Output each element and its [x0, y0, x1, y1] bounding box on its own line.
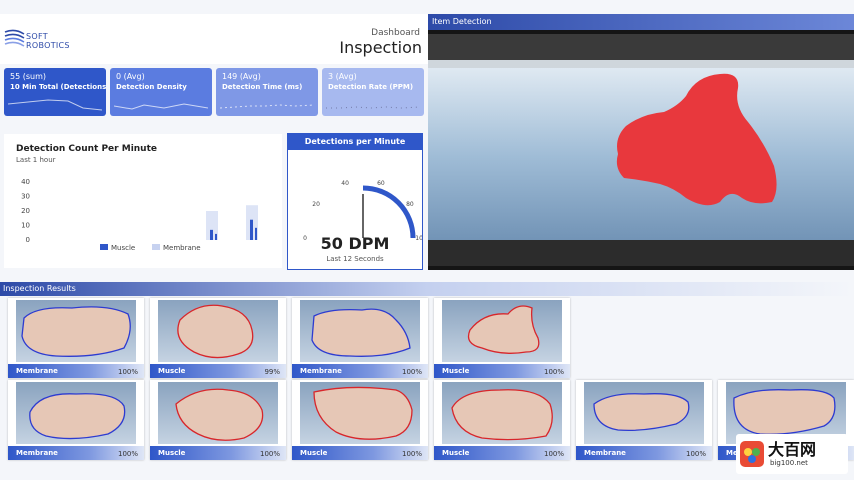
y-tick-label: 10: [21, 222, 30, 230]
result-tile[interactable]: Muscle 100%: [292, 380, 428, 460]
chart-plot: 40 30 20 10 0 Muscle Membrane: [21, 178, 258, 252]
result-confidence: 100%: [401, 368, 422, 376]
bar-muscle[interactable]: [215, 233, 217, 240]
logo-text: SOFT ROBOTICS: [26, 32, 70, 50]
result-confidence: 100%: [117, 368, 138, 376]
gauge-tick-label: 60: [377, 180, 385, 187]
legend-swatch: [152, 244, 160, 250]
kpi-card-rate[interactable]: 3 (Avg) Detection Rate (PPM): [322, 68, 424, 116]
bar-muscle[interactable]: [210, 229, 213, 240]
result-tile[interactable]: Muscle 100%: [434, 298, 570, 378]
watermark-logo-icon: [740, 441, 764, 467]
kpi-sparkline: [8, 99, 102, 111]
detection-title: Item Detection: [428, 14, 854, 30]
gauge-tick-label: 80: [406, 201, 414, 208]
kpi-label: Detection Time (ms): [222, 83, 303, 91]
detection-count-chart: Detection Count Per Minute Last 1 hour 4…: [4, 134, 282, 268]
logo-line2: ROBOTICS: [26, 41, 70, 50]
kpi-value: 0 (Avg): [116, 72, 145, 81]
result-outline: [175, 388, 264, 441]
kpi-card-density[interactable]: 0 (Avg) Detection Density: [110, 68, 212, 116]
gauge-subtitle: Last 12 Seconds: [326, 255, 384, 263]
gauge-value: 50 DPM: [320, 234, 390, 253]
result-tile[interactable]: Muscle 99%: [150, 298, 286, 378]
result-outline: [311, 308, 411, 357]
kpi-sparkline: [114, 103, 208, 110]
result-confidence: 100%: [117, 450, 138, 458]
result-outline: [177, 304, 254, 359]
bar-muscle[interactable]: [250, 219, 253, 240]
result-confidence: 100%: [543, 450, 564, 458]
result-confidence: 99%: [264, 368, 280, 376]
kpi-label: Detection Density: [116, 83, 187, 91]
legend-swatch: [100, 244, 108, 250]
kpi-card-total[interactable]: 55 (sum) 10 Min Total (Detections): [4, 68, 106, 116]
dashboard: SOFT ROBOTICS Dashboard Inspection 55 (s…: [0, 0, 854, 480]
result-thumbnail: [16, 300, 136, 362]
kpi-value: 55 (sum): [10, 72, 46, 81]
gauge-tick-label: 40: [341, 180, 349, 187]
legend-label: Membrane: [163, 244, 201, 252]
result-outline: [29, 393, 126, 440]
header: SOFT ROBOTICS Dashboard Inspection: [0, 14, 428, 64]
result-thumbnail: [16, 382, 136, 444]
result-thumbnail: [300, 300, 420, 362]
result-thumbnail: [300, 382, 420, 444]
y-tick-label: 30: [21, 193, 30, 201]
result-confidence: 100%: [685, 450, 706, 458]
logo: SOFT ROBOTICS: [4, 26, 84, 56]
result-outline: [733, 389, 836, 435]
results-title: Inspection Results: [0, 282, 854, 296]
result-thumbnail: [442, 382, 562, 444]
watermark-url: big100.net: [770, 459, 808, 467]
legend-label: Muscle: [111, 244, 135, 252]
item-detection-panel: Item Detection: [428, 14, 854, 270]
result-outline: [313, 386, 413, 440]
gauge-title: Detections per Minute: [288, 134, 422, 150]
result-outline: [467, 305, 540, 354]
result-outline: [451, 389, 553, 441]
result-tile[interactable]: Membrane100%: [8, 380, 144, 460]
kpi-sparkline: [326, 106, 420, 109]
camera-feed: [428, 30, 854, 270]
result-tile[interactable]: Muscle 100%: [150, 380, 286, 460]
result-outline: [21, 306, 131, 357]
result-thumbnail: [158, 300, 278, 362]
kpi-label: Detection Rate (PPM): [328, 83, 414, 91]
y-tick-label: 40: [21, 178, 30, 186]
kpi-card-time[interactable]: 149 (Avg) Detection Time (ms): [216, 68, 318, 116]
bar-muscle[interactable]: [255, 227, 257, 240]
kpi-label: 10 Min Total (Detections): [10, 83, 106, 91]
result-thumbnail: [584, 382, 704, 444]
result-tile[interactable]: Muscle 100%: [434, 380, 570, 460]
result-thumbnail: [442, 300, 562, 362]
kpi-value: 3 (Avg): [328, 72, 357, 81]
result-tile[interactable]: Membrane100%: [292, 298, 428, 378]
result-tile[interactable]: Membrane100%: [576, 380, 712, 460]
gauge-arc: [362, 185, 416, 239]
gauge-tick-label: 20: [312, 201, 320, 208]
result-outline: [593, 393, 690, 432]
y-tick-label: 0: [26, 236, 30, 244]
result-confidence: 100%: [401, 450, 422, 458]
watermark: 大百网 big100.net: [736, 434, 848, 474]
kpi-value: 149 (Avg): [222, 72, 261, 81]
result-tile[interactable]: Membrane100%: [8, 298, 144, 378]
result-confidence: 100%: [543, 368, 564, 376]
page-title: Inspection: [339, 38, 422, 57]
logo-line1: SOFT: [26, 32, 48, 41]
logo-icon: [4, 29, 25, 47]
gauge-card: Detections per Minute 020406080100 50 DP…: [287, 133, 423, 270]
result-thumbnail: [158, 382, 278, 444]
y-tick-label: 20: [21, 207, 30, 215]
kpi-sparkline: [220, 104, 314, 109]
breadcrumb[interactable]: Dashboard: [371, 28, 420, 38]
result-confidence: 100%: [259, 450, 280, 458]
watermark-brand: 大百网: [768, 440, 817, 459]
